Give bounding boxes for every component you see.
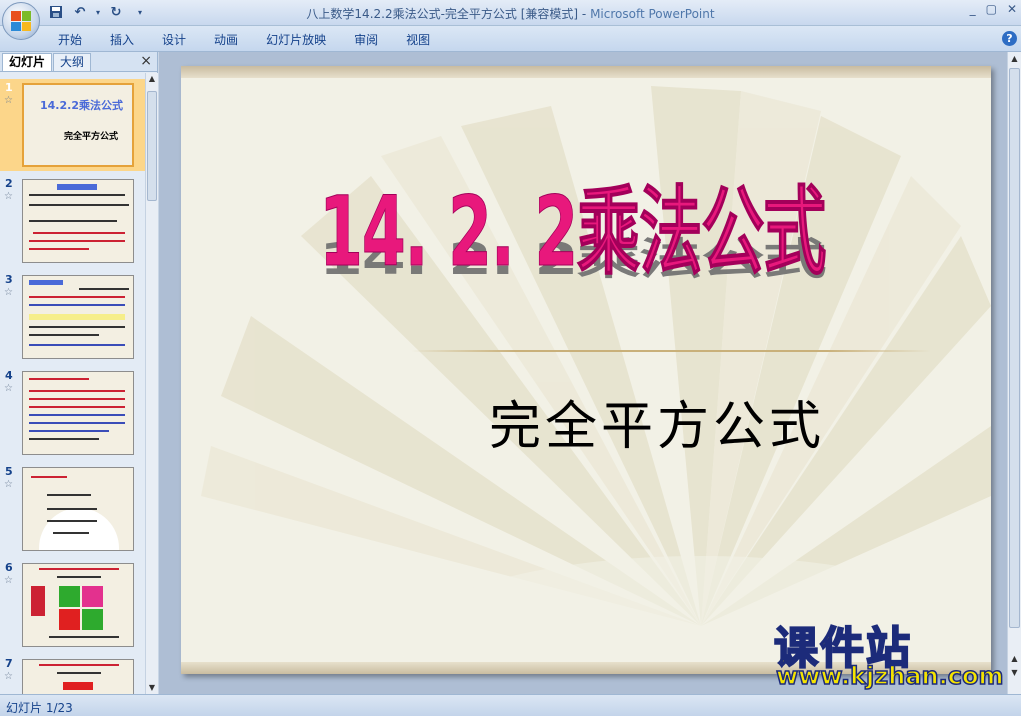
slide-subtitle[interactable]: 完全平方公式 — [489, 384, 825, 459]
slide-preview — [22, 659, 134, 694]
thumbnails-scrollbar[interactable]: ▲ ▼ — [145, 73, 158, 694]
pane-tabs: 幻灯片 大纲 × — [0, 52, 157, 72]
scroll-up-icon[interactable]: ▲ — [146, 73, 158, 85]
animation-star-icon: ☆ — [4, 575, 13, 586]
animation-star-icon: ☆ — [4, 671, 13, 682]
tab-view[interactable]: 视图 — [396, 31, 448, 49]
slide-preview — [22, 371, 134, 455]
slide-top-border — [181, 66, 991, 78]
close-button[interactable]: ✕ — [1007, 2, 1017, 16]
slide-number: 3 — [5, 273, 13, 286]
office-logo-icon — [11, 11, 31, 31]
scroll-down-icon[interactable]: ▼ — [146, 682, 158, 694]
slide-number: 6 — [5, 561, 13, 574]
slide-preview: 14.2.2乘法公式 完全平方公式 — [22, 83, 134, 167]
animation-star-icon: ☆ — [4, 383, 13, 394]
tab-animations[interactable]: 动画 — [204, 31, 256, 49]
tab-slides[interactable]: 幻灯片 — [2, 53, 53, 71]
app-name: Microsoft PowerPoint — [590, 7, 715, 21]
slide-number: 4 — [5, 369, 13, 382]
slide-title[interactable]: 14. 2. 2乘法公式 — [319, 154, 827, 293]
title-bar: ↶ ▾ ↻ ▾ 八上数学14.2.2乘法公式-完全平方公式 [兼容模式] - M… — [0, 0, 1021, 40]
slide-preview — [22, 275, 134, 359]
animation-star-icon: ☆ — [4, 479, 13, 490]
scrollbar-thumb[interactable] — [147, 91, 157, 201]
ribbon: 开始 插入 设计 动画 幻灯片放映 审阅 视图 ? — [0, 26, 1021, 52]
animation-star-icon: ☆ — [4, 95, 13, 106]
document-title: 八上数学14.2.2乘法公式-完全平方公式 [兼容模式] — [306, 7, 579, 21]
tab-design[interactable]: 设计 — [152, 31, 204, 49]
tab-insert[interactable]: 插入 — [100, 31, 152, 49]
slide-thumbnail-6[interactable]: 6 ☆ — [0, 559, 145, 651]
window-controls: _ ▢ ✕ — [970, 2, 1017, 16]
slide-number: 7 — [5, 657, 13, 670]
watermark-url: www.kjzhan.com — [775, 661, 1004, 691]
slide-thumbnail-2[interactable]: 2 ☆ — [0, 175, 145, 267]
slide-indicator: 幻灯片 1/23 — [6, 701, 73, 715]
scrollbar-thumb[interactable] — [1009, 68, 1020, 628]
maximize-button[interactable]: ▢ — [986, 2, 997, 16]
slide-thumbnail-1[interactable]: 1 ☆ 14.2.2乘法公式 完全平方公式 — [0, 79, 145, 171]
office-button[interactable] — [2, 2, 40, 40]
title-separator: - — [578, 7, 591, 21]
pane-close-icon[interactable]: × — [140, 53, 152, 69]
thumb-subtitle: 完全平方公式 — [64, 132, 119, 142]
help-icon[interactable]: ? — [1002, 31, 1017, 46]
animation-star-icon: ☆ — [4, 191, 13, 202]
slide-thumbnail-4[interactable]: 4 ☆ — [0, 367, 145, 459]
slide-thumbnail-7[interactable]: 7 ☆ — [0, 655, 145, 694]
tab-slideshow[interactable]: 幻灯片放映 — [256, 31, 344, 49]
tab-review[interactable]: 审阅 — [344, 31, 396, 49]
slide-preview — [22, 179, 134, 263]
thumb-title: 14.2.2乘法公式 — [40, 99, 123, 112]
slide-preview — [22, 467, 134, 551]
ribbon-tabs: 开始 插入 设计 动画 幻灯片放映 审阅 视图 — [48, 31, 448, 49]
slide-thumbnail-3[interactable]: 3 ☆ — [0, 271, 145, 363]
watermark-logo: 课件站 www.kjzhan.com — [770, 612, 1010, 692]
slide-number: 1 — [5, 81, 13, 94]
slides-pane: 幻灯片 大纲 × 1 ☆ 14.2.2乘法公式 完全平方公式 2 ☆ 3 ☆ 4… — [0, 52, 158, 694]
slide-preview — [22, 563, 134, 647]
minimize-button[interactable]: _ — [970, 2, 976, 16]
slide-editor: 14. 2. 2乘法公式 14. 2. 2乘法公式 完全平方公式 — [159, 52, 1007, 694]
animation-star-icon: ☆ — [4, 287, 13, 298]
slide-number: 5 — [5, 465, 13, 478]
slide-thumbnails: 1 ☆ 14.2.2乘法公式 完全平方公式 2 ☆ 3 ☆ 4 ☆ 5 ☆ 6 … — [0, 73, 145, 694]
title-divider — [411, 350, 931, 352]
tab-outline[interactable]: 大纲 — [53, 53, 92, 71]
slide-number: 2 — [5, 177, 13, 190]
slide-thumbnail-5[interactable]: 5 ☆ — [0, 463, 145, 555]
tab-home[interactable]: 开始 — [48, 31, 100, 49]
status-bar: 幻灯片 1/23 — [0, 694, 1021, 716]
square-diagram — [59, 586, 103, 630]
window-title: 八上数学14.2.2乘法公式-完全平方公式 [兼容模式] - Microsoft… — [0, 5, 1021, 22]
current-slide[interactable]: 14. 2. 2乘法公式 14. 2. 2乘法公式 完全平方公式 — [181, 66, 991, 674]
scroll-up-icon[interactable]: ▲ — [1008, 52, 1021, 66]
slide-scrollbar[interactable]: ▲ ▲ ▼ — [1007, 52, 1021, 694]
